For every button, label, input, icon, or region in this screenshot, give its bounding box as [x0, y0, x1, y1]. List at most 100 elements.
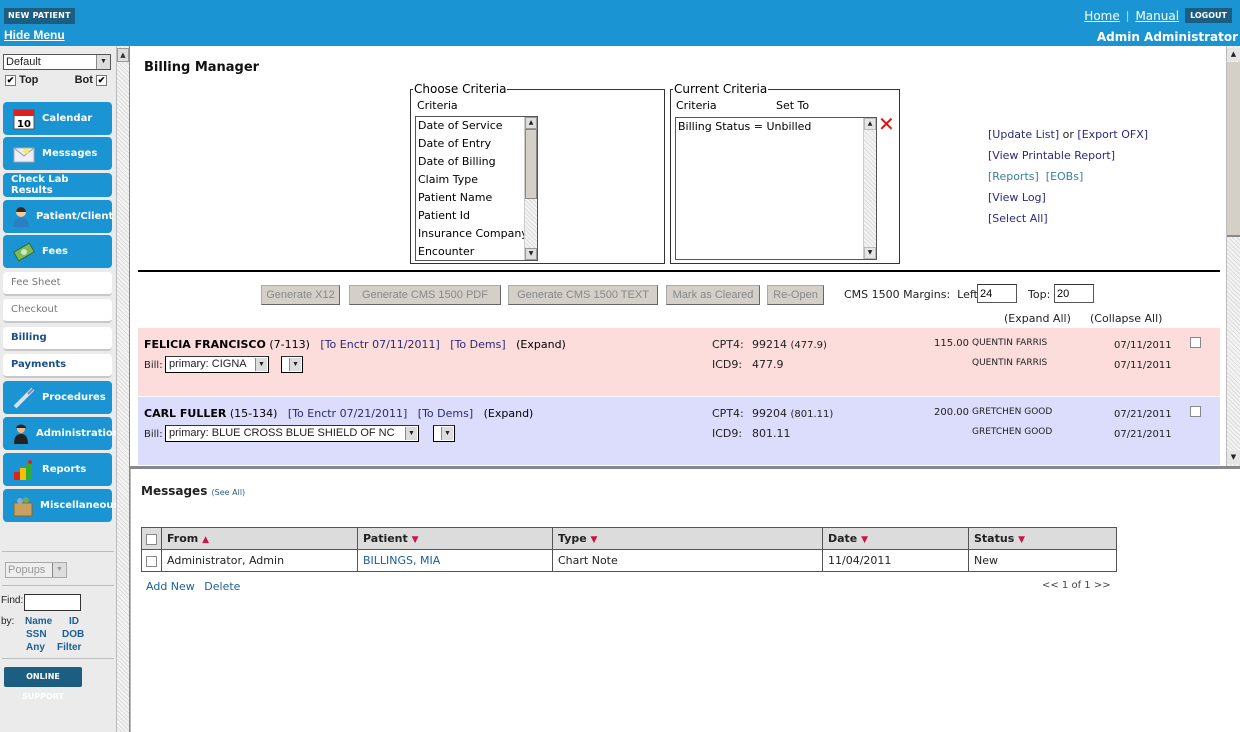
current-criteria-listbox[interactable]: Billing Status = Unbilled ▲ ▼ [675, 117, 877, 260]
eobs-link[interactable]: [EOBs] [1046, 170, 1083, 183]
collapse-all-link[interactable]: (Collapse All) [1090, 312, 1162, 325]
nav-payments[interactable]: Payments [3, 354, 112, 378]
table-row[interactable]: Administrator, Admin BILLINGS, MIA Chart… [141, 549, 1117, 572]
popups-select[interactable]: Popups ▼ [5, 562, 67, 578]
find-input[interactable] [24, 594, 81, 611]
find-by-id[interactable]: ID [69, 615, 79, 628]
row-checkbox[interactable] [146, 555, 157, 567]
sort-down-icon[interactable]: ▼ [412, 535, 419, 545]
find-by-any[interactable]: Any [26, 641, 45, 654]
nav-checkout[interactable]: Checkout [3, 299, 112, 323]
nav-administration[interactable]: Administration [3, 417, 120, 450]
generate-x12-button[interactable]: Generate X12 [261, 285, 340, 305]
patient-link[interactable]: BILLINGS, MIA [357, 549, 553, 572]
criteria-listbox[interactable]: Date of Service Date of Entry Date of Bi… [415, 116, 538, 261]
nav-fees[interactable]: Fees [3, 235, 112, 268]
scroll-down-icon[interactable]: ▼ [1227, 451, 1240, 464]
reports-link[interactable]: [Reports] [988, 170, 1039, 183]
row-checkbox[interactable] [1190, 406, 1201, 417]
to-encounter-link[interactable]: [To Enctr 07/21/2011] [288, 407, 407, 420]
find-by-ssn[interactable]: SSN [26, 628, 47, 641]
bill-to-select[interactable]: primary: BLUE CROSS BLUE SHIELD OF NC ▼ [165, 425, 419, 442]
criteria-option[interactable]: Date of Service [416, 117, 537, 135]
nav-procedures[interactable]: Procedures [3, 381, 112, 414]
scroll-thumb[interactable] [525, 129, 537, 199]
column-header-date[interactable]: Date ▼ [822, 527, 969, 550]
nav-calendar[interactable]: 10 Calendar [3, 102, 112, 135]
column-header-from[interactable]: From ▲ [161, 527, 358, 550]
find-by-name[interactable]: Name [25, 615, 52, 628]
scroll-up-icon[interactable]: ▲ [117, 48, 129, 62]
to-encounter-link[interactable]: [To Enctr 07/11/2011] [320, 338, 439, 351]
secondary-bill-select[interactable]: ▼ [433, 425, 455, 442]
delete-link[interactable]: Delete [204, 580, 240, 593]
scroll-up-icon[interactable]: ▲ [864, 118, 876, 130]
nav-reports[interactable]: Reports [3, 453, 112, 486]
find-by-dob[interactable]: DOB [62, 628, 84, 641]
criteria-option[interactable]: Insurance Company [416, 225, 537, 243]
sidebar-scrollbar[interactable]: ▲ [116, 46, 130, 732]
select-all-checkbox[interactable] [146, 533, 157, 545]
current-criteria-item[interactable]: Billing Status = Unbilled [676, 118, 876, 136]
criteria-option[interactable]: Encounter [416, 243, 537, 260]
home-link[interactable]: Home [1084, 9, 1119, 23]
hide-menu-link[interactable]: Hide Menu [4, 28, 65, 42]
nav-miscellaneous[interactable]: Miscellaneous [3, 489, 120, 522]
find-by-filter[interactable]: Filter [57, 641, 81, 654]
export-ofx-link[interactable]: [Export OFX] [1077, 128, 1148, 141]
remove-criteria-icon[interactable]: ✕ [878, 114, 895, 134]
criteria-option[interactable]: Patient Id [416, 207, 537, 225]
to-demographics-link[interactable]: [To Dems] [450, 338, 505, 351]
view-log-link[interactable]: [View Log] [988, 191, 1046, 204]
mark-as-cleared-button[interactable]: Mark as Cleared [666, 285, 760, 305]
add-new-link[interactable]: Add New [146, 580, 195, 593]
update-list-link[interactable]: [Update List] [988, 128, 1059, 141]
sort-down-icon[interactable]: ▼ [861, 535, 868, 545]
logout-button[interactable]: LOGOUT [1185, 8, 1232, 23]
expand-link[interactable]: (Expand) [516, 338, 566, 351]
top-margin-input[interactable] [1054, 284, 1094, 303]
current-criteria-scrollbar[interactable]: ▲ ▼ [863, 118, 876, 259]
column-header-patient[interactable]: Patient ▼ [357, 527, 553, 550]
reopen-button[interactable]: Re-Open [767, 285, 824, 305]
nav-fee-sheet[interactable]: Fee Sheet [3, 272, 112, 296]
manual-link[interactable]: Manual [1135, 9, 1179, 23]
main-scrollbar[interactable]: ▲ ▼ [1226, 46, 1240, 466]
sort-down-icon[interactable]: ▼ [591, 535, 598, 545]
view-select[interactable]: Default ▼ [3, 54, 111, 70]
nav-check-lab-results[interactable]: Check Lab Results [3, 173, 112, 197]
bot-checkbox[interactable]: ✔ [96, 74, 107, 86]
to-demographics-link[interactable]: [To Dems] [418, 407, 473, 420]
view-printable-report-link[interactable]: [View Printable Report] [988, 149, 1115, 162]
nav-billing[interactable]: Billing [3, 327, 112, 351]
nav-messages[interactable]: Messages [3, 137, 112, 170]
generate-cms1500-pdf-button[interactable]: Generate CMS 1500 PDF [349, 285, 501, 305]
new-patient-button[interactable]: NEW PATIENT [4, 8, 75, 24]
nav-patient-client[interactable]: Patient/Client [3, 200, 113, 233]
criteria-option[interactable]: Patient Name [416, 189, 537, 207]
scroll-up-icon[interactable]: ▲ [1227, 48, 1240, 61]
pagination[interactable]: << 1 of 1 >> [1042, 580, 1111, 591]
sort-up-icon[interactable]: ▲ [202, 535, 209, 545]
sort-down-icon[interactable]: ▼ [1018, 535, 1025, 545]
see-all-link[interactable]: (See All) [212, 488, 246, 497]
generate-cms1500-text-button[interactable]: Generate CMS 1500 TEXT [508, 285, 658, 305]
row-checkbox[interactable] [1190, 337, 1201, 348]
online-support-button[interactable]: ONLINE SUPPORT [4, 667, 82, 701]
scroll-down-icon[interactable]: ▼ [525, 248, 537, 260]
secondary-bill-select[interactable]: ▼ [281, 356, 303, 373]
scroll-down-icon[interactable]: ▼ [864, 247, 876, 259]
criteria-scrollbar[interactable]: ▲ ▼ [524, 117, 537, 260]
criteria-option[interactable]: Date of Entry [416, 135, 537, 153]
column-header-type[interactable]: Type ▼ [552, 527, 823, 550]
top-checkbox[interactable]: ✔ [5, 74, 16, 86]
column-header-status[interactable]: Status ▼ [968, 527, 1117, 550]
scroll-up-icon[interactable]: ▲ [525, 117, 537, 129]
criteria-option[interactable]: Date of Billing [416, 153, 537, 171]
scroll-thumb[interactable] [1227, 62, 1240, 237]
criteria-option[interactable]: Claim Type [416, 171, 537, 189]
select-all-link[interactable]: [Select All] [988, 212, 1048, 225]
left-margin-input[interactable] [977, 284, 1017, 303]
bill-to-select[interactable]: primary: CIGNA ▼ [165, 356, 269, 373]
expand-link[interactable]: (Expand) [484, 407, 534, 420]
